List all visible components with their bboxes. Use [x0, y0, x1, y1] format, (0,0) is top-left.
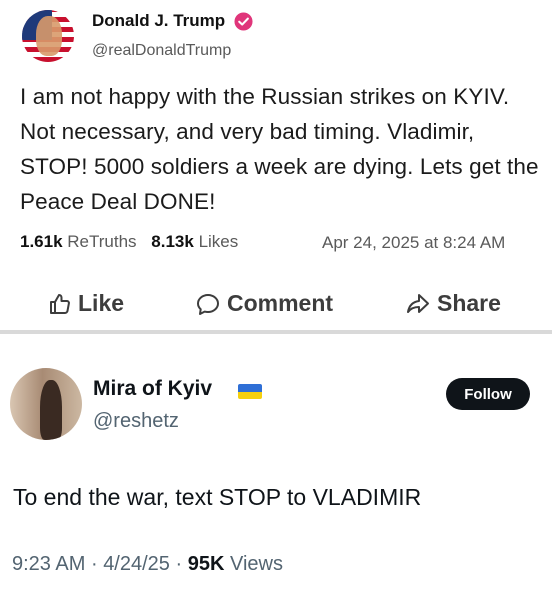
truth-social-post: Donald J. Trump @realDonaldTrump I am no…	[0, 0, 552, 330]
follow-button[interactable]: Follow	[446, 378, 530, 410]
comment-label: Comment	[227, 290, 334, 316]
avatar-face	[36, 16, 62, 56]
post-date[interactable]: 4/24/25	[103, 553, 170, 575]
thumbs-up-icon	[50, 293, 70, 314]
comment-bubble-icon	[197, 293, 219, 315]
post-body: I am not happy with the Russian strikes …	[20, 84, 539, 214]
verified-badge-icon	[234, 12, 253, 31]
share-button[interactable]: Share	[405, 290, 501, 317]
mira-avatar[interactable]	[10, 368, 82, 440]
share-label: Share	[437, 290, 501, 316]
post-stats: 1.61k ReTruths 8.13k Likes	[20, 232, 238, 252]
views-count: 95K	[187, 553, 225, 575]
post-timestamp[interactable]: Apr 24, 2025 at 8:24 AM	[322, 233, 505, 253]
share-arrow-icon	[407, 293, 429, 313]
post-meta: 9:23 AM · 4/24/25 · 95K Views	[12, 553, 283, 576]
views-label[interactable]: Views	[230, 553, 283, 575]
retruths-label[interactable]: ReTruths	[67, 232, 136, 251]
likes-label[interactable]: Likes	[199, 232, 239, 251]
like-label: Like	[78, 290, 125, 316]
post-body-2: To end the war, text STOP to VLADIMIR	[13, 484, 422, 510]
post-time[interactable]: 9:23 AM	[12, 553, 85, 575]
likes-count: 8.13k	[151, 232, 194, 251]
like-button[interactable]: Like	[48, 290, 124, 317]
author-handle[interactable]: @realDonaldTrump	[92, 42, 231, 60]
author-name[interactable]: Donald J. Trump	[92, 11, 225, 31]
retruths-count: 1.61k	[20, 232, 63, 251]
author-handle-2[interactable]: @reshetz	[93, 410, 179, 433]
x-post: Mira of Kyiv @reshetz Follow To end the …	[0, 334, 552, 592]
meta-separator: ·	[90, 553, 98, 575]
meta-separator: ·	[175, 553, 183, 575]
avatar-silhouette	[40, 380, 62, 440]
action-bar: Like Comment Share	[0, 290, 552, 330]
comment-button[interactable]: Comment	[195, 290, 333, 317]
author-name-2[interactable]: Mira of Kyiv	[93, 377, 212, 401]
trump-avatar[interactable]	[22, 10, 74, 62]
ukraine-flag-icon	[238, 384, 262, 399]
